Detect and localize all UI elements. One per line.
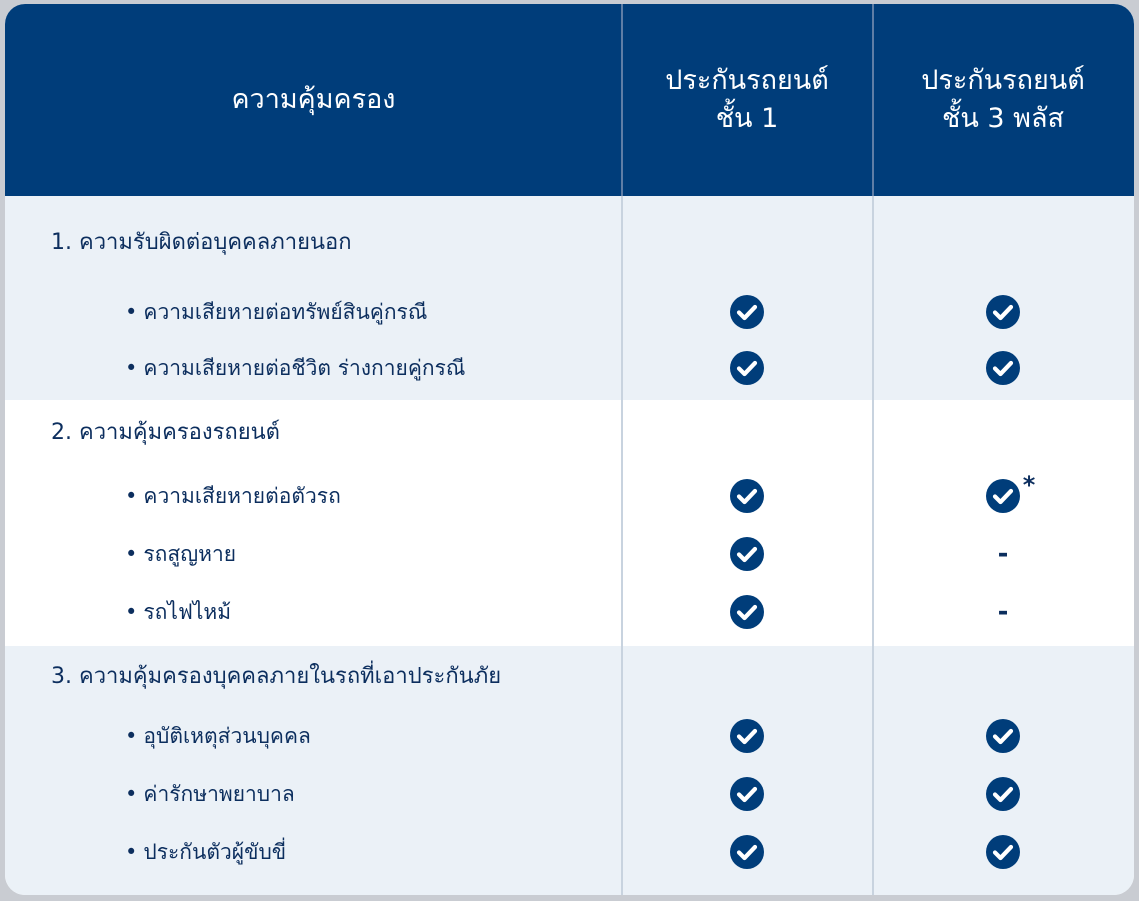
section-title: 2. ความคุ้มครองรถยนต์ <box>51 420 280 445</box>
not-covered-dash: - <box>997 539 1009 569</box>
check-circle-icon <box>622 342 872 394</box>
check-circle-icon <box>622 586 872 638</box>
section-passenger-coverage: 3. ความคุ้มครองบุคคลภายในรถที่เอาประกันภ… <box>5 646 1134 895</box>
check-circle-icon <box>872 286 1134 338</box>
table-row: • อุบัติเหตุส่วนบุคคล <box>5 710 1134 762</box>
table-row: • รถไฟไหม้ - <box>5 586 1134 638</box>
table-row: • ความเสียหายต่อชีวิต ร่างกายคู่กรณี <box>5 342 1134 394</box>
row-label: • ประกันตัวผู้ขับขี่ <box>125 840 287 864</box>
check-circle-icon <box>622 710 872 762</box>
check-circle-icon <box>622 286 872 338</box>
check-circle-icon <box>872 826 1134 878</box>
check-with-note: * <box>872 470 1134 522</box>
column-divider <box>872 4 874 895</box>
header-class-3-plus: ประกันรถยนต์ ชั้น 3 พลัส <box>921 65 1085 134</box>
row-label: • ความเสียหายต่อทรัพย์สินคู่กรณี <box>125 300 428 324</box>
row-label: • ค่ารักษาพยาบาล <box>125 782 295 806</box>
coverage-comparison-table: 1. ความรับผิดต่อบุคคลภายนอก • ความเสียหาย… <box>5 4 1134 895</box>
section-title: 3. ความคุ้มครองบุคคลภายในรถที่เอาประกันภ… <box>51 664 502 689</box>
table-row: • ค่ารักษาพยาบาล <box>5 768 1134 820</box>
check-circle-icon <box>872 768 1134 820</box>
section-third-party-liability: 1. ความรับผิดต่อบุคคลภายนอก • ความเสียหาย… <box>5 196 1134 400</box>
column-divider <box>621 4 623 895</box>
table-header: ความคุ้มครอง ประกันรถยนต์ ชั้น 1 ประกันร… <box>5 4 1134 196</box>
footnote-asterisk: * <box>1022 471 1036 499</box>
header-coverage: ความคุ้มครอง <box>231 84 396 115</box>
row-label: • ความเสียหายต่อตัวรถ <box>125 484 341 508</box>
not-covered-dash: - <box>997 597 1009 627</box>
row-label: • ความเสียหายต่อชีวิต ร่างกายคู่กรณี <box>125 356 466 380</box>
table-row: • ความเสียหายต่อทรัพย์สินคู่กรณี <box>5 286 1134 338</box>
check-circle-icon <box>872 710 1134 762</box>
table-row: • ประกันตัวผู้ขับขี่ <box>5 826 1134 878</box>
check-circle-icon <box>622 826 872 878</box>
row-label: • รถสูญหาย <box>125 542 237 566</box>
section-title: 1. ความรับผิดต่อบุคคลภายนอก <box>51 230 352 255</box>
check-circle-icon <box>622 768 872 820</box>
header-class-1: ประกันรถยนต์ ชั้น 1 <box>665 65 829 134</box>
check-circle-icon <box>622 470 872 522</box>
check-circle-icon <box>622 528 872 580</box>
check-circle-icon <box>985 478 1021 514</box>
check-circle-icon <box>872 342 1134 394</box>
row-label: • อุบัติเหตุส่วนบุคคล <box>125 724 311 748</box>
row-label: • รถไฟไหม้ <box>125 600 232 624</box>
table-row: • รถสูญหาย - <box>5 528 1134 580</box>
table-row: • ความเสียหายต่อตัวรถ * <box>5 470 1134 522</box>
section-vehicle-coverage: 2. ความคุ้มครองรถยนต์ • ความเสียหายต่อตัว… <box>5 400 1134 646</box>
